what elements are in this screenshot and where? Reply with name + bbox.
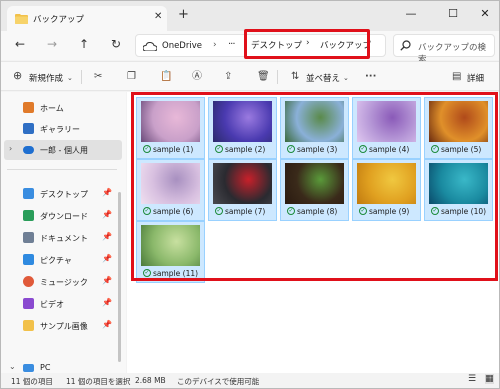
new-button[interactable]: 新規作成: [29, 72, 63, 84]
cut-icon[interactable]: ✂: [94, 71, 102, 82]
search-icon: [400, 40, 411, 53]
toolbar-divider: [277, 70, 278, 84]
chevron-down-icon[interactable]: ⌄: [67, 73, 73, 84]
rename-icon[interactable]: Ⓐ: [192, 71, 202, 82]
sidebar-item-label: ミュージック: [40, 278, 88, 287]
videos-icon: [23, 298, 34, 309]
home-icon: [23, 102, 34, 113]
sidebar-item-documents[interactable]: ドキュメント 📌: [1, 228, 124, 248]
file-explorer-window: バックアップ ✕ + — ☐ ✕ ← → ↑ ↻ OneDrive › ··· …: [0, 0, 500, 389]
pictures-icon: [23, 254, 34, 265]
sidebar-item-label: ギャラリー: [40, 125, 80, 134]
selected-size: 2.68 MB: [135, 376, 166, 385]
new-tab-button[interactable]: +: [178, 8, 189, 21]
cloud-icon: [142, 41, 158, 53]
copy-icon[interactable]: ❐: [127, 71, 136, 82]
paste-icon[interactable]: 📋: [160, 71, 172, 82]
pin-icon[interactable]: 📌: [102, 320, 112, 329]
sort-button[interactable]: 並べ替え: [306, 72, 340, 84]
sidebar-item-label: PC: [40, 363, 51, 372]
tab-title: バックアップ: [33, 15, 85, 25]
sidebar-item-label: ビデオ: [40, 300, 64, 309]
pin-icon[interactable]: 📌: [102, 276, 112, 285]
pin-icon[interactable]: 📌: [102, 188, 112, 197]
tab-bar: バックアップ ✕ + — ☐ ✕: [1, 1, 499, 31]
breadcrumb-onedrive[interactable]: OneDrive: [162, 41, 202, 51]
more-options-button[interactable]: ···: [365, 71, 376, 82]
sidebar-item-downloads[interactable]: ダウンロード 📌: [1, 206, 124, 226]
refresh-button[interactable]: ↻: [111, 38, 121, 50]
share-icon[interactable]: ⇪: [224, 71, 232, 82]
sidebar-item-label: ドキュメント: [40, 234, 88, 243]
pin-icon[interactable]: 📌: [102, 232, 112, 241]
sidebar-item-label: 一郎 - 個人用: [40, 146, 88, 155]
details-view-icon[interactable]: ☰: [468, 374, 476, 384]
sidebar-item-sample-images[interactable]: サンプル画像 📌: [1, 316, 124, 336]
details-button[interactable]: 詳細: [467, 72, 484, 84]
selected-count: 11 個の項目を選択: [66, 377, 131, 386]
availability-status: このデバイスで使用可能: [177, 377, 260, 386]
sidebar-item-videos[interactable]: ビデオ 📌: [1, 294, 124, 314]
sidebar-divider: [7, 169, 117, 170]
sidebar-item-onedrive[interactable]: › 一郎 - 個人用: [4, 140, 122, 160]
gallery-icon: [23, 123, 34, 134]
sidebar-item-label: ピクチャ: [40, 256, 72, 265]
sidebar-item-gallery[interactable]: ギャラリー: [1, 119, 124, 139]
chevron-down-icon[interactable]: ⌄: [343, 73, 349, 84]
sidebar-item-label: ホーム: [40, 104, 64, 113]
details-pane-icon[interactable]: ▤: [452, 71, 461, 82]
sidebar-scrollbar[interactable]: [118, 192, 121, 362]
maximize-button[interactable]: ☐: [441, 5, 465, 25]
folder-icon: [15, 13, 28, 26]
documents-icon: [23, 232, 34, 243]
pc-icon: [23, 364, 34, 372]
navigation-pane: ホーム ギャラリー › 一郎 - 個人用 デスクトップ 📌 ダウンロード 📌 ド…: [1, 92, 126, 373]
toolbar-divider: [81, 70, 82, 84]
download-icon: [23, 210, 34, 221]
forward-button[interactable]: →: [47, 38, 57, 50]
onedrive-cloud-icon: [23, 146, 34, 154]
folder-icon: [23, 320, 34, 331]
status-bar: 11 個の項目 11 個の項目を選択 2.68 MB このデバイスで使用可能 ☰…: [1, 373, 499, 388]
sidebar-item-label: ダウンロード: [40, 212, 88, 221]
sidebar-item-label: サンプル画像: [40, 322, 88, 331]
breadcrumb-overflow-button[interactable]: ···: [228, 39, 235, 50]
command-bar: ⊕ 新規作成 ⌄ ✂ ❐ 📋 Ⓐ ⇪ 🗑 ⇅ 並べ替え ⌄ ··· ▤ 詳細: [1, 61, 499, 91]
pin-icon[interactable]: 📌: [102, 210, 112, 219]
sidebar-item-home[interactable]: ホーム: [1, 98, 124, 118]
chevron-right-icon: ›: [213, 40, 217, 50]
sidebar-item-label: デスクトップ: [40, 190, 88, 199]
sort-icon[interactable]: ⇅: [291, 71, 299, 82]
desktop-icon: [23, 188, 34, 199]
highlight-box-breadcrumb: [244, 29, 370, 59]
item-count: 11 個の項目: [11, 377, 53, 386]
tab-backup[interactable]: バックアップ ✕: [7, 6, 167, 31]
pin-icon[interactable]: 📌: [102, 254, 112, 263]
new-plus-icon[interactable]: ⊕: [13, 70, 22, 81]
back-button[interactable]: ←: [15, 38, 25, 50]
delete-icon[interactable]: 🗑: [257, 71, 270, 82]
large-icons-view-icon[interactable]: ▦: [485, 374, 494, 384]
pin-icon[interactable]: 📌: [102, 298, 112, 307]
minimize-button[interactable]: —: [399, 5, 423, 25]
close-window-button[interactable]: ✕: [473, 5, 497, 25]
up-button[interactable]: ↑: [79, 38, 89, 50]
sidebar-item-desktop[interactable]: デスクトップ 📌: [1, 184, 124, 204]
tab-close-icon[interactable]: ✕: [154, 11, 162, 22]
search-box[interactable]: バックアップの検索: [393, 34, 495, 65]
chevron-down-icon[interactable]: ⌄: [9, 362, 16, 371]
sidebar-item-music[interactable]: ミュージック 📌: [1, 272, 124, 292]
chevron-right-icon[interactable]: ›: [9, 144, 12, 153]
highlight-box-selection: [131, 92, 498, 281]
sidebar-item-pictures[interactable]: ピクチャ 📌: [1, 250, 124, 270]
music-icon: [23, 276, 34, 287]
